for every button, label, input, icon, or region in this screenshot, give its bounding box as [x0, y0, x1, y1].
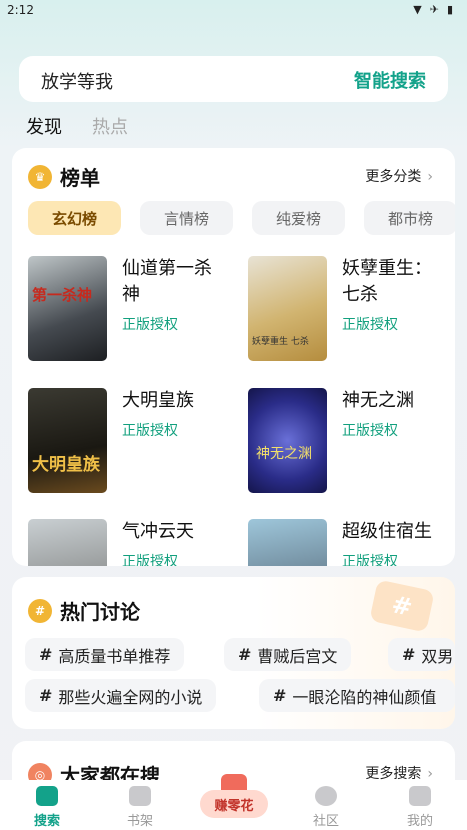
discussion-title: 热门讨论 — [60, 600, 140, 624]
book-title: 超级住宿生 — [342, 521, 432, 542]
search-icon — [36, 786, 58, 806]
chip-chunai[interactable]: 纯爱榜 — [252, 201, 345, 235]
search-input[interactable]: 放学等我 — [41, 68, 113, 94]
book-cover: 第一杀神 — [28, 256, 107, 361]
nav-bookshelf[interactable]: 书架 — [110, 786, 170, 829]
chip-yanqing[interactable]: 言情榜 — [140, 201, 233, 235]
discussion-tag[interactable]: # 高质量书单推荐 — [25, 638, 185, 671]
profile-icon — [409, 786, 431, 806]
book-cover — [28, 519, 107, 566]
nav-community[interactable]: 社区 — [296, 786, 356, 829]
book-license: 正版授权 — [342, 554, 398, 566]
book-cover: 妖孽重生 七杀 — [248, 256, 327, 361]
nav-search[interactable]: 搜索 — [17, 786, 77, 829]
book-license: 正版授权 — [342, 423, 398, 439]
book-license: 正版授权 — [122, 317, 178, 333]
book-title: 气冲云天 — [122, 521, 194, 542]
book-license: 正版授权 — [342, 317, 398, 333]
nav-earn[interactable]: 赚零花 — [200, 774, 268, 824]
hashtag-icon: # — [28, 598, 52, 623]
chip-dushi[interactable]: 都市榜 — [364, 201, 455, 235]
ranking-chips: 玄幻榜 言情榜 纯爱榜 都市榜 — [28, 201, 455, 235]
bookshelf-icon — [129, 786, 151, 806]
trophy-icon: ♛ — [28, 164, 52, 189]
book-title: 大明皇族 — [122, 390, 194, 411]
community-icon — [315, 786, 337, 806]
book-item[interactable]: 超级住宿生 正版授权 — [248, 519, 442, 566]
hot-discussion-card: # 热门讨论 # # 高质量书单推荐 # 曹贼后宫文 # 双男 # 那些火遍全网的小说 … — [12, 577, 455, 729]
wifi-icon: ▼ — [413, 3, 422, 16]
book-license: 正版授权 — [122, 554, 178, 566]
discussion-tag[interactable]: # 双男 — [388, 638, 455, 671]
book-item[interactable]: 大明皇族 大明皇族 正版授权 — [28, 388, 222, 493]
status-time: 2:12 — [7, 3, 34, 17]
battery-icon: ▮ — [446, 3, 453, 16]
tab-hot[interactable]: 热点 — [92, 113, 128, 139]
book-title: 仙道第一杀神 — [122, 258, 212, 305]
book-title: 妖孽重生：七杀 — [342, 258, 432, 305]
book-item[interactable]: 气冲云天 正版授权 — [28, 519, 222, 566]
chip-xuanhuan[interactable]: 玄幻榜 — [28, 201, 121, 235]
book-item[interactable]: 神无之渊 神无之渊 正版授权 — [248, 388, 442, 493]
bottom-nav: 搜索 书架 赚零花 社区 我的 — [0, 774, 467, 830]
airplane-icon: ✈ — [429, 3, 439, 16]
nav-profile[interactable]: 我的 — [390, 786, 450, 829]
book-cover: 大明皇族 — [28, 388, 107, 493]
book-item[interactable]: 第一杀神 仙道第一杀神正版授权 — [28, 256, 222, 361]
ranking-title: 榜单 — [60, 166, 100, 190]
ranking-card: ♛ 榜单 更多分类 › 玄幻榜 言情榜 纯爱榜 都市榜 第一杀神 仙道第一杀神正版… — [12, 148, 455, 566]
status-bar: 2:12 ▼ ✈ ▮ — [0, 0, 467, 22]
book-cover: 神无之渊 — [248, 388, 327, 493]
smart-search-button[interactable]: 智能搜索 — [354, 67, 426, 93]
top-tabs: 发现 热点 — [26, 113, 128, 139]
book-cover — [248, 519, 327, 566]
tab-discover[interactable]: 发现 — [26, 113, 62, 139]
chevron-right-icon: › — [427, 169, 433, 185]
discussion-tag[interactable]: # 曹贼后宫文 — [224, 638, 352, 671]
discussion-tag[interactable]: # 那些火遍全网的小说 — [25, 679, 217, 712]
book-license: 正版授权 — [122, 423, 178, 439]
hashtag-decoration-icon: # — [369, 579, 435, 633]
book-title: 神无之渊 — [342, 390, 414, 411]
more-categories-link[interactable]: 更多分类 › — [365, 166, 433, 186]
discussion-tag[interactable]: # 一眼沦陷的神仙颜值 — [259, 679, 455, 712]
search-bar[interactable]: 放学等我 智能搜索 — [19, 56, 448, 102]
book-item[interactable]: 妖孽重生 七杀 妖孽重生：七杀正版授权 — [248, 256, 442, 361]
